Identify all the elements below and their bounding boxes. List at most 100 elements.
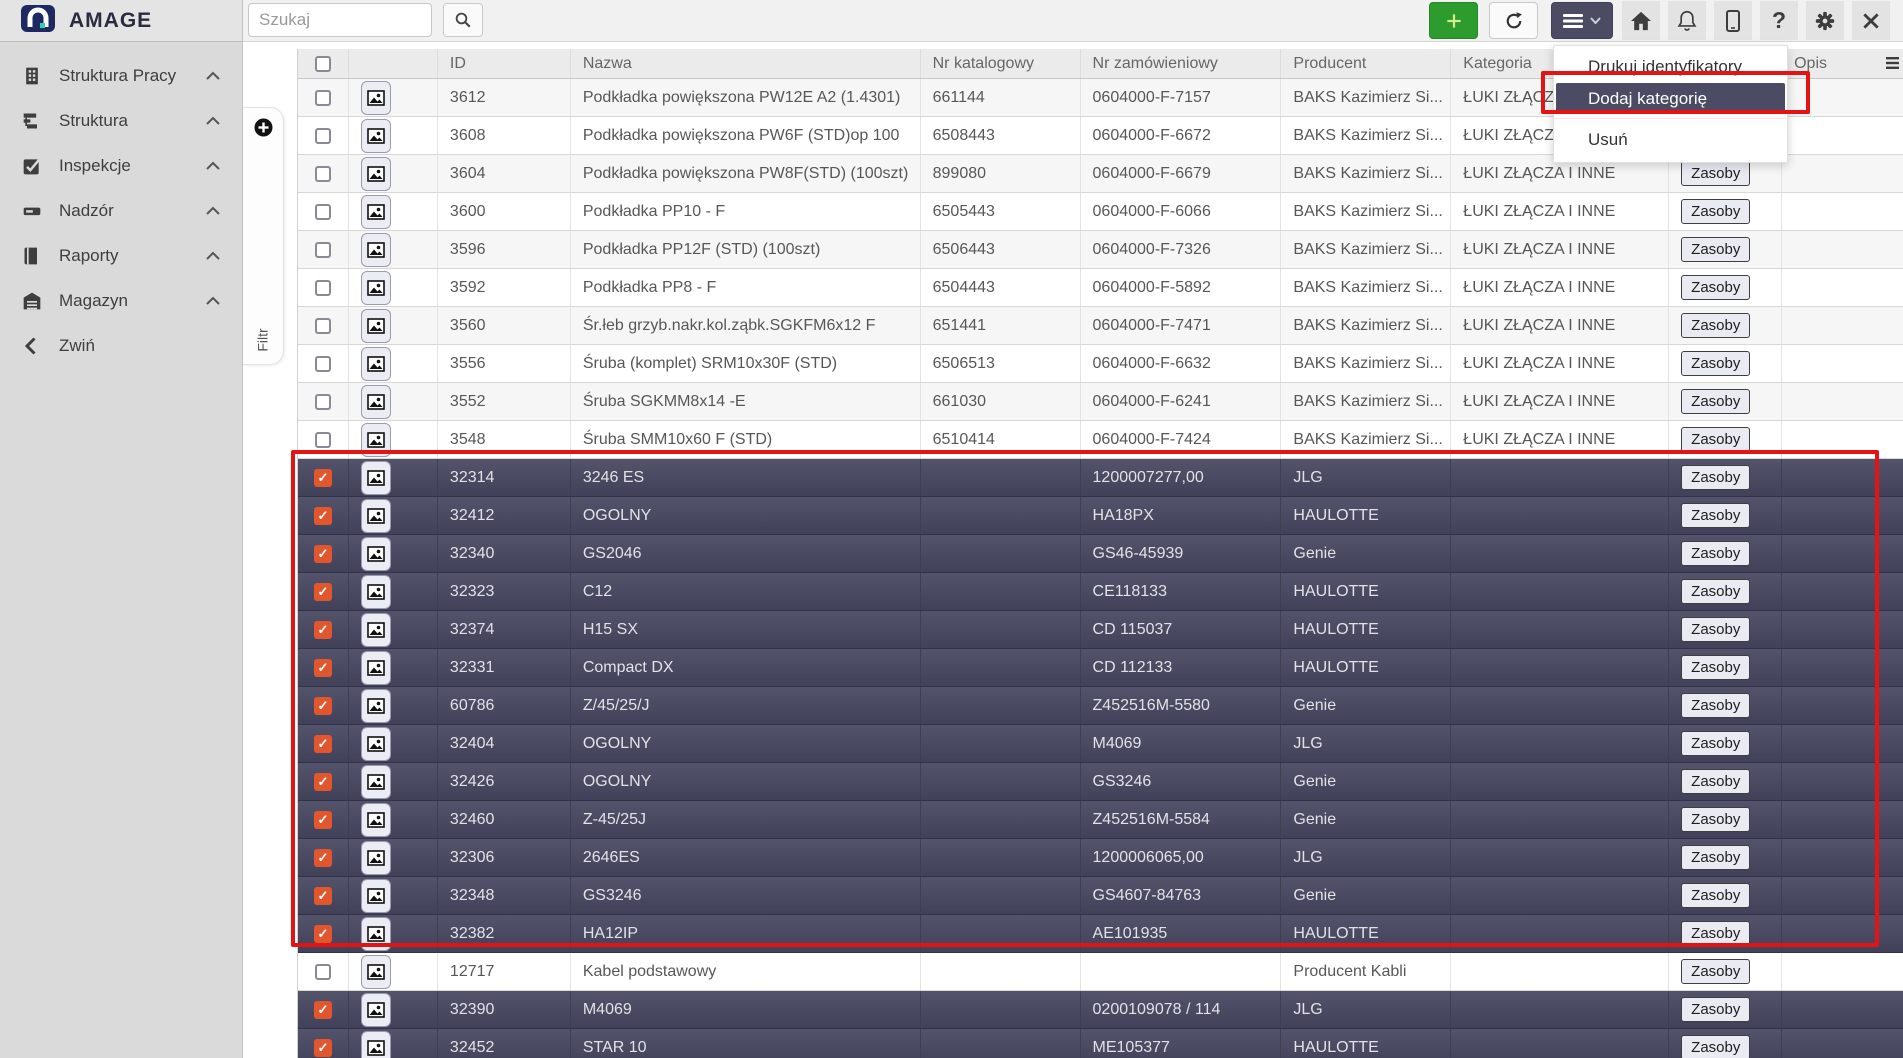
row-checkbox[interactable] (314, 887, 332, 905)
row-image-button[interactable] (361, 347, 391, 381)
sidebar-item-inspekcje[interactable]: Inspekcje (0, 143, 242, 188)
row-image-button[interactable] (361, 499, 391, 533)
zasoby-button[interactable]: Zasoby (1681, 883, 1750, 908)
row-image-button[interactable] (361, 1031, 391, 1058)
row-checkbox[interactable] (314, 1001, 332, 1019)
table-row[interactable]: 3592 Podkładka PP8 - F 6504443 0604000-F… (298, 269, 1903, 307)
row-checkbox[interactable] (315, 394, 331, 410)
row-image-button[interactable] (361, 271, 391, 305)
row-checkbox[interactable] (314, 697, 332, 715)
close-button[interactable] (1852, 1, 1890, 40)
mobile-button[interactable] (1714, 1, 1752, 40)
zasoby-button[interactable]: Zasoby (1681, 921, 1750, 946)
sidebar-item-magazyn[interactable]: Magazyn (0, 278, 242, 323)
table-row[interactable]: 32382 HA12IP AE101935 HAULOTTE Zasoby (298, 915, 1903, 953)
row-image-button[interactable] (361, 727, 391, 761)
settings-button[interactable] (1806, 1, 1844, 40)
row-checkbox[interactable] (314, 583, 332, 601)
table-row[interactable]: 3556 Śruba (komplet) SRM10x30F (STD) 650… (298, 345, 1903, 383)
help-button[interactable]: ? (1760, 1, 1798, 40)
row-checkbox[interactable] (314, 773, 332, 791)
row-checkbox[interactable] (314, 811, 332, 829)
header-nr-zamowieniowy[interactable]: Nr zamówieniowy (1081, 49, 1282, 78)
table-row[interactable]: 32390 M4069 0200109078 / 114 JLG Zasoby (298, 991, 1903, 1029)
zasoby-button[interactable]: Zasoby (1681, 617, 1750, 642)
header-id[interactable]: ID (438, 49, 571, 78)
zasoby-button[interactable]: Zasoby (1681, 807, 1750, 832)
table-row[interactable]: 32412 OGOLNY HA18PX HAULOTTE Zasoby (298, 497, 1903, 535)
add-button[interactable] (1429, 2, 1478, 39)
row-checkbox[interactable] (315, 90, 331, 106)
row-checkbox[interactable] (314, 469, 332, 487)
select-all-checkbox[interactable] (315, 56, 331, 72)
zasoby-button[interactable]: Zasoby (1681, 997, 1750, 1022)
sidebar-item-zwin[interactable]: Zwiń (0, 323, 242, 368)
search-button[interactable] (443, 3, 483, 37)
table-row[interactable]: 32452 STAR 10 ME105377 HAULOTTE Zasoby (298, 1029, 1903, 1058)
table-row[interactable]: 3596 Podkładka PP12F (STD) (100szt) 6506… (298, 231, 1903, 269)
refresh-button[interactable] (1489, 2, 1538, 39)
row-checkbox[interactable] (314, 659, 332, 677)
sidebar-item-struktura[interactable]: Struktura (0, 98, 242, 143)
row-checkbox[interactable] (314, 735, 332, 753)
table-row[interactable]: 32340 GS2046 GS46-45939 Genie Zasoby (298, 535, 1903, 573)
row-checkbox[interactable] (315, 432, 331, 448)
table-row[interactable]: 32374 H15 SX CD 115037 HAULOTTE Zasoby (298, 611, 1903, 649)
row-checkbox[interactable] (314, 621, 332, 639)
row-image-button[interactable] (361, 841, 391, 875)
table-row[interactable]: 3552 Śruba SGKMM8x14 -E 661030 0604000-F… (298, 383, 1903, 421)
table-row[interactable]: 32348 GS3246 GS4607-84763 Genie Zasoby (298, 877, 1903, 915)
row-image-button[interactable] (361, 689, 391, 723)
row-checkbox[interactable] (314, 507, 332, 525)
header-nr-katalogowy[interactable]: Nr katalogowy (921, 49, 1081, 78)
zasoby-button[interactable]: Zasoby (1681, 731, 1750, 756)
row-image-button[interactable] (361, 81, 391, 115)
table-row[interactable]: 32306 2646ES 1200006065,00 JLG Zasoby (298, 839, 1903, 877)
zasoby-button[interactable]: Zasoby (1681, 427, 1750, 452)
row-checkbox[interactable] (315, 128, 331, 144)
row-checkbox[interactable] (314, 545, 332, 563)
add-filter-button[interactable] (254, 118, 273, 142)
row-image-button[interactable] (361, 309, 391, 343)
sidebar-item-nadzor[interactable]: Nadzór (0, 188, 242, 233)
zasoby-button[interactable]: Zasoby (1681, 1035, 1750, 1058)
zasoby-button[interactable]: Zasoby (1681, 275, 1750, 300)
column-chooser-button[interactable] (1886, 56, 1899, 74)
filter-panel-tab[interactable]: Filtr (243, 107, 284, 365)
sidebar-item-struktura-pracy[interactable]: Struktura Pracy (0, 53, 242, 98)
zasoby-button[interactable]: Zasoby (1681, 693, 1750, 718)
row-image-button[interactable] (361, 119, 391, 153)
table-row[interactable]: 3560 Śr.łeb grzyb.nakr.kol.ząbk.SGKFM6x1… (298, 307, 1903, 345)
row-image-button[interactable] (361, 157, 391, 191)
table-row[interactable]: 3548 Śruba SMM10x60 F (STD) 6510414 0604… (298, 421, 1903, 459)
row-checkbox[interactable] (314, 1039, 332, 1057)
row-image-button[interactable] (361, 651, 391, 685)
zasoby-button[interactable]: Zasoby (1681, 199, 1750, 224)
search-input[interactable] (248, 3, 432, 37)
row-image-button[interactable] (361, 613, 391, 647)
row-image-button[interactable] (361, 993, 391, 1027)
row-checkbox[interactable] (315, 242, 331, 258)
zasoby-button[interactable]: Zasoby (1681, 389, 1750, 414)
row-checkbox[interactable] (314, 925, 332, 943)
zasoby-button[interactable]: Zasoby (1681, 579, 1750, 604)
zasoby-button[interactable]: Zasoby (1681, 769, 1750, 794)
sidebar-item-raporty[interactable]: Raporty (0, 233, 242, 278)
row-image-button[interactable] (361, 385, 391, 419)
row-image-button[interactable] (361, 575, 391, 609)
row-image-button[interactable] (361, 879, 391, 913)
row-image-button[interactable] (361, 803, 391, 837)
home-button[interactable] (1622, 1, 1660, 40)
header-nazwa[interactable]: Nazwa (571, 49, 921, 78)
menu-item-dodaj-kategorie[interactable]: Dodaj kategorię (1556, 83, 1785, 114)
table-row[interactable]: 32404 OGOLNY M4069 JLG Zasoby (298, 725, 1903, 763)
table-row[interactable]: 32460 Z-45/25J Z452516M-5584 Genie Zasob… (298, 801, 1903, 839)
header-opis[interactable]: Opis (1782, 49, 1903, 78)
row-checkbox[interactable] (315, 280, 331, 296)
zasoby-button[interactable]: Zasoby (1681, 959, 1750, 984)
zasoby-button[interactable]: Zasoby (1681, 655, 1750, 680)
menu-item-usun[interactable]: Usuń (1554, 125, 1787, 154)
row-image-button[interactable] (361, 195, 391, 229)
row-image-button[interactable] (361, 233, 391, 267)
zasoby-button[interactable]: Zasoby (1681, 161, 1750, 186)
